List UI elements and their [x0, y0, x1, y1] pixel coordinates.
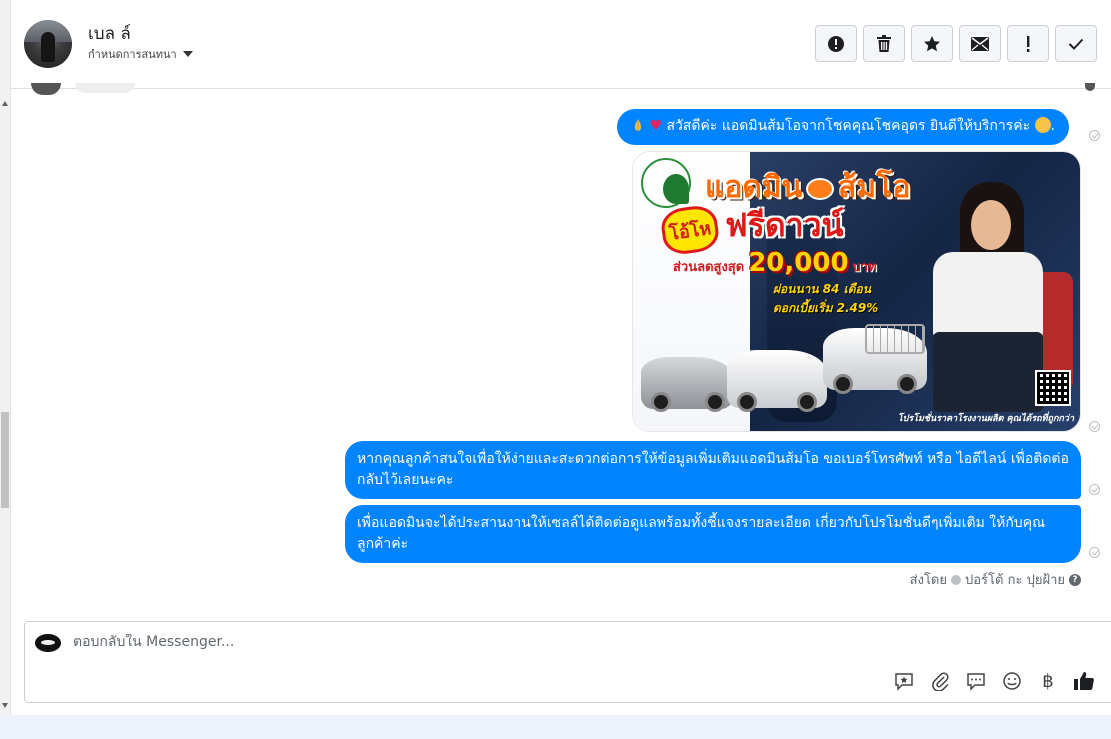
message-image-promo[interactable]: แอดมิน ส้มโอ โอ้โห ฟรีดาวน์ ส่วนลดสูงสุด 2… — [632, 151, 1081, 432]
promo-car-wheel — [797, 392, 817, 412]
message-thread[interactable]: ♥ สวัสดีค่ะ แอดมินส้มโอจากโชคคุณโชคอุดร … — [11, 83, 1111, 609]
reply-input[interactable] — [73, 634, 773, 650]
promo-footer-note: โปรโมชั่นราคาโรงงานผลิต คุณได้รถที่ถูกกว… — [897, 414, 1074, 424]
mark-spam-button[interactable] — [815, 25, 857, 62]
mark-unread-button[interactable] — [959, 25, 1001, 62]
conversation-toolbar — [815, 25, 1097, 62]
seen-check-icon — [1089, 547, 1100, 558]
contact-name[interactable]: เบล ล์ — [88, 20, 131, 47]
message-bubble-followup[interactable]: เพื่อแอดมินจะได้ประสานงานให้เซลล์ได้ติดต… — [345, 505, 1081, 563]
bottom-bar — [0, 715, 1111, 739]
message-bubble-greeting[interactable]: ♥ สวัสดีค่ะ แอดมินส้มโอจากโชคคุณโชคอุดร … — [617, 109, 1069, 145]
promo-free-down: ฟรีดาวน์ — [725, 206, 844, 244]
dealer-logo — [641, 158, 691, 208]
previous-seen-fragment — [1085, 83, 1095, 91]
promo-car-wheel — [737, 392, 757, 412]
promo-car-wheel — [833, 374, 853, 394]
star-icon — [924, 35, 940, 51]
attach-button[interactable] — [929, 670, 951, 692]
message-text: สวัสดีค่ะ แอดมินส้มโอจากโชคคุณโชคอุดร ยิ… — [666, 118, 1031, 134]
promo-installment: ผ่อนนาน 84 เดือน ดอกเบี้ยเริ่ม 2.49% — [773, 280, 878, 318]
seen-check-icon — [1089, 130, 1100, 141]
emoji-icon — [1003, 672, 1021, 690]
payment-button[interactable]: ฿ — [1037, 670, 1059, 692]
emoji-button[interactable] — [1001, 670, 1023, 692]
contact-avatar[interactable] — [24, 20, 72, 68]
message-bubble-request-contact[interactable]: หากคุณลูกค้าสนใจเพื่อให้ง่ายและสะดวกต่อก… — [345, 441, 1081, 499]
promo-burst-text: โอ้โห — [667, 218, 713, 245]
avatar-silhouette — [41, 32, 55, 62]
seen-check-icon — [1089, 421, 1100, 432]
promo-installment-line2: ดอกเบี้ยเริ่ม 2.49% — [773, 301, 879, 315]
help-icon[interactable]: ? — [1069, 573, 1081, 586]
seen-check-icon — [1089, 484, 1100, 495]
promo-discount-unit: บาท — [852, 260, 877, 275]
red-heart-emoji-icon: ♥ — [649, 118, 663, 134]
trash-icon — [877, 34, 891, 52]
baht-icon: ฿ — [1042, 670, 1054, 692]
reply-composer: ฿ — [24, 621, 1111, 703]
attachment-icon — [932, 672, 949, 691]
delete-button[interactable] — [863, 25, 905, 62]
saved-reply-icon — [895, 673, 913, 691]
promo-model-shirt — [933, 252, 1043, 342]
promo-model-face — [971, 200, 1011, 250]
thumbs-up-icon — [1074, 672, 1094, 690]
checkmark-icon — [1068, 38, 1084, 50]
sent-by-name[interactable]: ปอร์โต้ กะ ปุยฝ้าย — [965, 569, 1065, 590]
sent-by-label: ส่งโดย ปอร์โต้ กะ ปุยฝ้าย ? — [910, 569, 1081, 590]
saved-reply-button[interactable] — [893, 670, 915, 692]
smiling-hearts-face-emoji-icon — [1034, 117, 1051, 133]
scroll-up-arrow-icon[interactable] — [2, 101, 8, 106]
promo-car-wheel — [897, 374, 917, 394]
message-text: เพื่อแอดมินจะได้ประสานงานให้เซลล์ได้ติดต… — [357, 515, 1046, 552]
promo-car-wheel — [705, 392, 725, 412]
page-avatar — [35, 634, 61, 652]
messenger-inbox: เบล ล์ กำหนดการสนทนา ♥ สวัสดีค่ะ แอดมินส… — [0, 0, 1111, 739]
mark-important-button[interactable] — [1007, 25, 1049, 62]
promo-discount-amount: 20,000 — [748, 248, 849, 278]
promo-installment-line1: ผ่อนนาน 84 เดือน — [773, 282, 871, 296]
scrollbar-thumb[interactable] — [1, 412, 9, 508]
message-suffix: . — [1050, 118, 1055, 134]
exclamation-circle-icon — [828, 35, 844, 52]
message-text: หากคุณลูกค้าสนใจเพื่อให้ง่ายและสะดวกต่อก… — [357, 451, 1069, 488]
previous-message-fragment — [75, 83, 135, 93]
mark-done-button[interactable] — [1055, 25, 1097, 62]
conversation-settings-dropdown[interactable]: กำหนดการสนทนา — [88, 45, 193, 63]
composer-toolbar: ฿ — [893, 670, 1095, 692]
verified-check-icon — [951, 574, 961, 585]
exclamation-icon — [1027, 35, 1030, 52]
conversation-header: เบล ล์ กำหนดการสนทนา — [11, 0, 1111, 89]
promo-headline-right: ส้มโอ — [838, 170, 911, 205]
scroll-down-arrow-icon[interactable] — [2, 703, 8, 708]
sent-by-prefix: ส่งโดย — [909, 573, 947, 588]
previous-message-avatar-fragment — [31, 83, 61, 95]
promo-model-pants — [933, 332, 1043, 412]
left-scrollbar[interactable] — [0, 0, 11, 715]
promo-discount-label: ส่วนลดสูงสุด — [673, 260, 745, 275]
promo-truck-cage — [865, 324, 925, 354]
pomelo-icon — [806, 177, 835, 200]
caret-down-icon — [182, 51, 193, 57]
dealer-logo-bird-icon — [663, 174, 689, 204]
conversation-settings-label: กำหนดการสนทนา — [88, 48, 177, 61]
quick-reply-button[interactable] — [965, 670, 987, 692]
like-button[interactable] — [1073, 670, 1095, 692]
promo-qr-code — [1035, 370, 1071, 406]
chat-bubble-icon — [967, 673, 985, 691]
envelope-icon — [971, 36, 989, 51]
folded-hands-emoji-icon — [635, 119, 641, 131]
promo-discount: ส่วนลดสูงสุด 20,000 บาท — [673, 248, 877, 278]
promo-car-wheel — [651, 392, 671, 412]
star-button[interactable] — [911, 25, 953, 62]
